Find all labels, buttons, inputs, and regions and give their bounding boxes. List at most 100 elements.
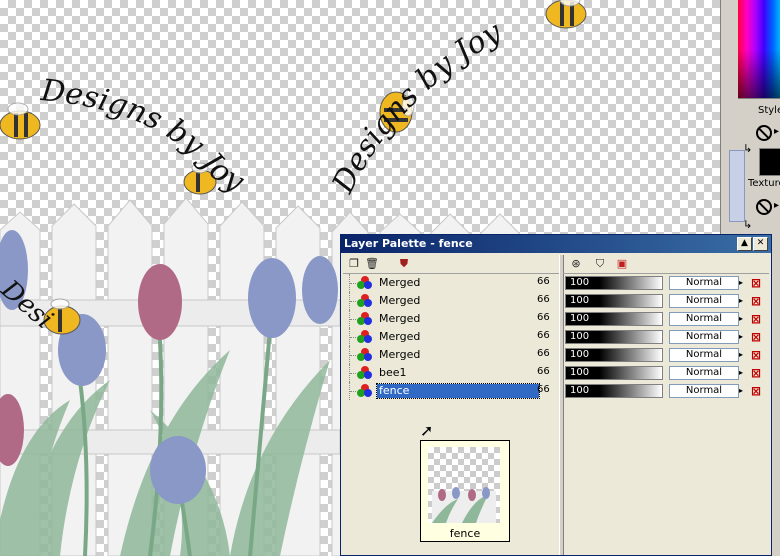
blend-dropdown-arrow-icon[interactable]: ▸ bbox=[739, 276, 747, 290]
layer-toolbar: ❐ 🗑 ⛊ bbox=[343, 255, 559, 274]
opacity-value: 100 bbox=[570, 349, 590, 360]
raster-layer-icon bbox=[357, 276, 373, 290]
raster-layer-icon bbox=[357, 312, 373, 326]
visibility-glasses-icon[interactable]: 66 bbox=[537, 276, 550, 287]
layer-row[interactable]: fence 66 bbox=[343, 382, 559, 400]
raster-layer-icon bbox=[357, 348, 373, 362]
raster-layer-icon bbox=[357, 366, 373, 380]
null-texture-icon[interactable] bbox=[756, 199, 772, 215]
layer-name[interactable]: Merged bbox=[377, 276, 539, 290]
lock-transparency-icon[interactable]: ⊠ bbox=[749, 366, 763, 380]
layer-property-row: 100 Normal ▸ ⊠ bbox=[563, 382, 769, 400]
layer-property-row: 100 Normal ▸ ⊠ bbox=[563, 328, 769, 346]
blend-dropdown-arrow-icon[interactable]: ▸ bbox=[739, 366, 747, 380]
mouse-cursor-icon: ➚ bbox=[420, 421, 434, 440]
opacity-slider[interactable]: 100 bbox=[565, 294, 663, 308]
blend-mode-select[interactable]: Normal bbox=[669, 366, 739, 380]
new-layer-icon[interactable]: ❐ bbox=[347, 257, 361, 271]
group-link-icon[interactable]: ▣ bbox=[615, 257, 629, 271]
opacity-slider[interactable]: 100 bbox=[565, 276, 663, 290]
layer-name[interactable]: fence bbox=[376, 383, 540, 399]
layer-property-row: 100 Normal ▸ ⊠ bbox=[563, 346, 769, 364]
layer-row[interactable]: Merged 66 bbox=[343, 292, 559, 310]
layer-name[interactable]: Merged bbox=[377, 294, 539, 308]
watermark-text-1: Designs by Joy bbox=[38, 73, 250, 200]
foreground-color-box[interactable] bbox=[759, 148, 780, 176]
texture-label: Texture bbox=[748, 178, 780, 189]
lock-transparency-icon[interactable]: ⊠ bbox=[749, 384, 763, 398]
layer-property-row: 100 Normal ▸ ⊠ bbox=[563, 364, 769, 382]
opacity-value: 100 bbox=[570, 385, 590, 396]
opacity-value: 100 bbox=[570, 313, 590, 324]
color-picker-swatch[interactable] bbox=[738, 0, 780, 98]
visibility-glasses-icon[interactable]: 66 bbox=[537, 294, 550, 305]
layer-thumbnail-tooltip: fence bbox=[420, 440, 510, 542]
layer-row[interactable]: Merged 66 bbox=[343, 274, 559, 292]
rollup-button[interactable]: ▲ bbox=[737, 237, 752, 251]
visibility-glasses-icon[interactable]: 66 bbox=[537, 348, 550, 359]
layer-properties-pane: ⊛ ⛉ ▣ 100 Normal ▸ ⊠ 100 Normal ▸ ⊠ 100 Normal ▸ ⊠ 1… bbox=[563, 255, 769, 553]
blend-mode-select[interactable]: Normal bbox=[669, 294, 739, 308]
layer-row[interactable]: Merged 66 bbox=[343, 310, 559, 328]
lock-transparency-icon[interactable]: ⊠ bbox=[749, 276, 763, 290]
watermark-text-2: Designs by Joy bbox=[325, 14, 508, 199]
null-style-icon[interactable] bbox=[756, 125, 772, 141]
layer-name[interactable]: Merged bbox=[377, 330, 539, 344]
visibility-glasses-icon[interactable]: 66 bbox=[537, 366, 550, 377]
layer-list: Merged 66 Merged 66 Merged 66 Merged 66 Merged 66… bbox=[343, 274, 559, 400]
blend-mode-select[interactable]: Normal bbox=[669, 312, 739, 326]
opacity-slider[interactable]: 100 bbox=[565, 366, 663, 380]
close-button[interactable]: ✕ bbox=[753, 237, 768, 251]
opacity-value: 100 bbox=[570, 367, 590, 378]
opacity-slider[interactable]: 100 bbox=[565, 348, 663, 362]
delete-layer-icon[interactable]: 🗑 bbox=[365, 257, 379, 271]
layer-name[interactable]: Merged bbox=[377, 348, 539, 362]
layer-row[interactable]: Merged 66 bbox=[343, 328, 559, 346]
blend-mode-select[interactable]: Normal bbox=[669, 384, 739, 398]
swap-colors-icon[interactable]: ↳ bbox=[743, 142, 752, 155]
mask-layer-icon[interactable]: ⛊ bbox=[397, 257, 411, 271]
layer-list-pane: ❐ 🗑 ⛊ Merged 66 Merged 66 Merged 66 Merged 66 Me… bbox=[343, 255, 559, 553]
opacity-value: 100 bbox=[570, 331, 590, 342]
layer-properties-list: 100 Normal ▸ ⊠ 100 Normal ▸ ⊠ 100 Normal ▸ ⊠ 100 Norm… bbox=[563, 274, 769, 400]
palette-title-bar[interactable]: Layer Palette - fence ▲ ✕ bbox=[341, 235, 771, 253]
lock-transparency-icon[interactable]: ⊠ bbox=[749, 330, 763, 344]
opacity-value: 100 bbox=[570, 277, 590, 288]
palette-title: Layer Palette - fence bbox=[344, 237, 473, 250]
layer-property-row: 100 Normal ▸ ⊠ bbox=[563, 292, 769, 310]
styles-arrow-icon[interactable]: ▸ bbox=[774, 126, 779, 137]
layer-property-row: 100 Normal ▸ ⊠ bbox=[563, 274, 769, 292]
canvas-vertical-scrollbar[interactable] bbox=[729, 150, 745, 222]
blend-dropdown-arrow-icon[interactable]: ▸ bbox=[739, 384, 747, 398]
lock-transparency-icon[interactable]: ⊠ bbox=[749, 294, 763, 308]
layer-name[interactable]: bee1 bbox=[377, 366, 539, 380]
blend-dropdown-arrow-icon[interactable]: ▸ bbox=[739, 294, 747, 308]
layer-row[interactable]: bee1 66 bbox=[343, 364, 559, 382]
blend-mode-select[interactable]: Normal bbox=[669, 276, 739, 290]
blend-mode-select[interactable]: Normal bbox=[669, 348, 739, 362]
blend-dropdown-arrow-icon[interactable]: ▸ bbox=[739, 312, 747, 326]
lock-transparency-icon[interactable]: ⊠ bbox=[749, 312, 763, 326]
texture-arrow-icon[interactable]: ▸ bbox=[774, 200, 779, 211]
raster-layer-icon bbox=[357, 384, 373, 398]
mask-toggle-icon[interactable]: ⛉ bbox=[593, 257, 607, 271]
swap-textures-icon[interactable]: ↳ bbox=[743, 218, 752, 231]
lock-transparency-icon[interactable]: ⊠ bbox=[749, 348, 763, 362]
layer-row[interactable]: Merged 66 bbox=[343, 346, 559, 364]
opacity-value: 100 bbox=[570, 295, 590, 306]
opacity-slider[interactable]: 100 bbox=[565, 330, 663, 344]
visibility-glasses-icon[interactable]: 66 bbox=[537, 312, 550, 323]
visibility-glasses-icon[interactable]: 66 bbox=[537, 384, 550, 395]
raster-layer-icon bbox=[357, 294, 373, 308]
raster-layer-icon bbox=[357, 330, 373, 344]
layer-thumbnail-image bbox=[428, 447, 500, 523]
blend-mode-select[interactable]: Normal bbox=[669, 330, 739, 344]
opacity-slider[interactable]: 100 bbox=[565, 384, 663, 398]
blend-dropdown-arrow-icon[interactable]: ▸ bbox=[739, 348, 747, 362]
visibility-glasses-icon[interactable]: 66 bbox=[537, 330, 550, 341]
opacity-slider[interactable]: 100 bbox=[565, 312, 663, 326]
visibility-toggle-icon[interactable]: ⊛ bbox=[569, 257, 583, 271]
blend-dropdown-arrow-icon[interactable]: ▸ bbox=[739, 330, 747, 344]
properties-toolbar: ⊛ ⛉ ▣ bbox=[563, 255, 769, 274]
layer-name[interactable]: Merged bbox=[377, 312, 539, 326]
